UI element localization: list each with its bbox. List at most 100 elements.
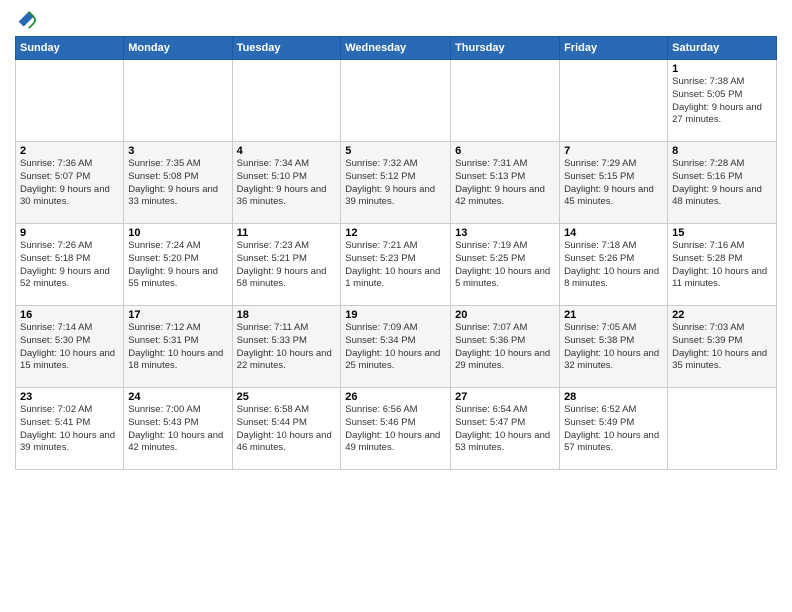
day-number: 28: [564, 391, 663, 403]
calendar-cell: [16, 60, 124, 142]
calendar-cell: [124, 60, 232, 142]
day-number: 2: [20, 145, 119, 157]
calendar-cell: 27Sunrise: 6:54 AMSunset: 5:47 PMDayligh…: [451, 388, 560, 470]
calendar-cell: [341, 60, 451, 142]
week-row-4: 16Sunrise: 7:14 AMSunset: 5:30 PMDayligh…: [16, 306, 777, 388]
logo-icon: [17, 10, 37, 30]
day-number: 5: [345, 145, 446, 157]
week-row-1: 1Sunrise: 7:38 AMSunset: 5:05 PMDaylight…: [16, 60, 777, 142]
day-info: Sunrise: 7:31 AMSunset: 5:13 PMDaylight:…: [455, 158, 555, 209]
calendar-cell: 1Sunrise: 7:38 AMSunset: 5:05 PMDaylight…: [668, 60, 777, 142]
day-number: 14: [564, 227, 663, 239]
calendar-cell: 2Sunrise: 7:36 AMSunset: 5:07 PMDaylight…: [16, 142, 124, 224]
weekday-header-row: SundayMondayTuesdayWednesdayThursdayFrid…: [16, 37, 777, 60]
calendar-cell: 6Sunrise: 7:31 AMSunset: 5:13 PMDaylight…: [451, 142, 560, 224]
day-number: 21: [564, 309, 663, 321]
calendar-cell: 25Sunrise: 6:58 AMSunset: 5:44 PMDayligh…: [232, 388, 341, 470]
day-info: Sunrise: 7:11 AMSunset: 5:33 PMDaylight:…: [237, 322, 337, 373]
day-number: 10: [128, 227, 227, 239]
day-info: Sunrise: 7:07 AMSunset: 5:36 PMDaylight:…: [455, 322, 555, 373]
header: [15, 10, 777, 30]
day-info: Sunrise: 7:02 AMSunset: 5:41 PMDaylight:…: [20, 404, 119, 455]
calendar-cell: 4Sunrise: 7:34 AMSunset: 5:10 PMDaylight…: [232, 142, 341, 224]
day-info: Sunrise: 7:21 AMSunset: 5:23 PMDaylight:…: [345, 240, 446, 291]
day-number: 22: [672, 309, 772, 321]
calendar-cell: 22Sunrise: 7:03 AMSunset: 5:39 PMDayligh…: [668, 306, 777, 388]
calendar-cell: 7Sunrise: 7:29 AMSunset: 5:15 PMDaylight…: [560, 142, 668, 224]
day-number: 11: [237, 227, 337, 239]
day-info: Sunrise: 7:32 AMSunset: 5:12 PMDaylight:…: [345, 158, 446, 209]
weekday-header-tuesday: Tuesday: [232, 37, 341, 60]
day-info: Sunrise: 7:26 AMSunset: 5:18 PMDaylight:…: [20, 240, 119, 291]
calendar-cell: [560, 60, 668, 142]
calendar-cell: [451, 60, 560, 142]
day-info: Sunrise: 6:52 AMSunset: 5:49 PMDaylight:…: [564, 404, 663, 455]
day-number: 9: [20, 227, 119, 239]
weekday-header-friday: Friday: [560, 37, 668, 60]
day-number: 8: [672, 145, 772, 157]
week-row-3: 9Sunrise: 7:26 AMSunset: 5:18 PMDaylight…: [16, 224, 777, 306]
day-info: Sunrise: 6:56 AMSunset: 5:46 PMDaylight:…: [345, 404, 446, 455]
day-info: Sunrise: 7:35 AMSunset: 5:08 PMDaylight:…: [128, 158, 227, 209]
day-number: 23: [20, 391, 119, 403]
day-number: 27: [455, 391, 555, 403]
day-info: Sunrise: 7:16 AMSunset: 5:28 PMDaylight:…: [672, 240, 772, 291]
calendar-cell: 13Sunrise: 7:19 AMSunset: 5:25 PMDayligh…: [451, 224, 560, 306]
day-info: Sunrise: 7:03 AMSunset: 5:39 PMDaylight:…: [672, 322, 772, 373]
day-info: Sunrise: 6:54 AMSunset: 5:47 PMDaylight:…: [455, 404, 555, 455]
day-number: 7: [564, 145, 663, 157]
day-info: Sunrise: 7:18 AMSunset: 5:26 PMDaylight:…: [564, 240, 663, 291]
day-info: Sunrise: 7:12 AMSunset: 5:31 PMDaylight:…: [128, 322, 227, 373]
day-number: 19: [345, 309, 446, 321]
calendar-cell: 16Sunrise: 7:14 AMSunset: 5:30 PMDayligh…: [16, 306, 124, 388]
day-info: Sunrise: 7:38 AMSunset: 5:05 PMDaylight:…: [672, 76, 772, 127]
calendar-cell: 17Sunrise: 7:12 AMSunset: 5:31 PMDayligh…: [124, 306, 232, 388]
calendar-cell: 3Sunrise: 7:35 AMSunset: 5:08 PMDaylight…: [124, 142, 232, 224]
day-number: 24: [128, 391, 227, 403]
day-info: Sunrise: 7:36 AMSunset: 5:07 PMDaylight:…: [20, 158, 119, 209]
calendar-cell: 19Sunrise: 7:09 AMSunset: 5:34 PMDayligh…: [341, 306, 451, 388]
calendar-cell: 11Sunrise: 7:23 AMSunset: 5:21 PMDayligh…: [232, 224, 341, 306]
day-number: 20: [455, 309, 555, 321]
day-number: 12: [345, 227, 446, 239]
day-number: 15: [672, 227, 772, 239]
weekday-header-monday: Monday: [124, 37, 232, 60]
day-number: 6: [455, 145, 555, 157]
calendar-cell: 24Sunrise: 7:00 AMSunset: 5:43 PMDayligh…: [124, 388, 232, 470]
calendar-cell: 12Sunrise: 7:21 AMSunset: 5:23 PMDayligh…: [341, 224, 451, 306]
calendar-cell: 28Sunrise: 6:52 AMSunset: 5:49 PMDayligh…: [560, 388, 668, 470]
calendar-cell: 5Sunrise: 7:32 AMSunset: 5:12 PMDaylight…: [341, 142, 451, 224]
day-info: Sunrise: 7:28 AMSunset: 5:16 PMDaylight:…: [672, 158, 772, 209]
day-number: 1: [672, 63, 772, 75]
calendar-cell: 26Sunrise: 6:56 AMSunset: 5:46 PMDayligh…: [341, 388, 451, 470]
weekday-header-sunday: Sunday: [16, 37, 124, 60]
day-info: Sunrise: 7:24 AMSunset: 5:20 PMDaylight:…: [128, 240, 227, 291]
day-number: 13: [455, 227, 555, 239]
day-info: Sunrise: 7:34 AMSunset: 5:10 PMDaylight:…: [237, 158, 337, 209]
day-info: Sunrise: 7:09 AMSunset: 5:34 PMDaylight:…: [345, 322, 446, 373]
week-row-5: 23Sunrise: 7:02 AMSunset: 5:41 PMDayligh…: [16, 388, 777, 470]
day-info: Sunrise: 7:05 AMSunset: 5:38 PMDaylight:…: [564, 322, 663, 373]
day-number: 17: [128, 309, 227, 321]
day-info: Sunrise: 7:19 AMSunset: 5:25 PMDaylight:…: [455, 240, 555, 291]
calendar-cell: 20Sunrise: 7:07 AMSunset: 5:36 PMDayligh…: [451, 306, 560, 388]
day-number: 16: [20, 309, 119, 321]
day-number: 3: [128, 145, 227, 157]
day-info: Sunrise: 6:58 AMSunset: 5:44 PMDaylight:…: [237, 404, 337, 455]
calendar-cell: 9Sunrise: 7:26 AMSunset: 5:18 PMDaylight…: [16, 224, 124, 306]
day-info: Sunrise: 7:14 AMSunset: 5:30 PMDaylight:…: [20, 322, 119, 373]
calendar-cell: 14Sunrise: 7:18 AMSunset: 5:26 PMDayligh…: [560, 224, 668, 306]
calendar-cell: 18Sunrise: 7:11 AMSunset: 5:33 PMDayligh…: [232, 306, 341, 388]
calendar-cell: 8Sunrise: 7:28 AMSunset: 5:16 PMDaylight…: [668, 142, 777, 224]
day-number: 18: [237, 309, 337, 321]
calendar-table: SundayMondayTuesdayWednesdayThursdayFrid…: [15, 36, 777, 470]
weekday-header-saturday: Saturday: [668, 37, 777, 60]
day-number: 26: [345, 391, 446, 403]
calendar-cell: [232, 60, 341, 142]
page-container: SundayMondayTuesdayWednesdayThursdayFrid…: [0, 0, 792, 475]
day-number: 4: [237, 145, 337, 157]
day-info: Sunrise: 7:23 AMSunset: 5:21 PMDaylight:…: [237, 240, 337, 291]
calendar-cell: [668, 388, 777, 470]
weekday-header-thursday: Thursday: [451, 37, 560, 60]
weekday-header-wednesday: Wednesday: [341, 37, 451, 60]
